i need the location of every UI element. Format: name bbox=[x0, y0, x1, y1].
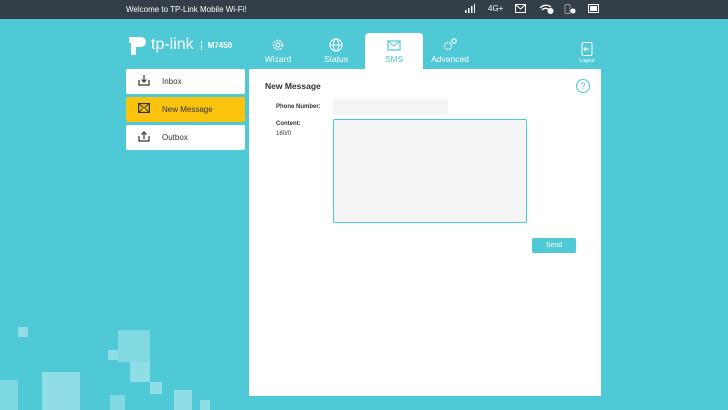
logo-brand: tp-link bbox=[151, 36, 194, 53]
tab-label: Status bbox=[323, 54, 349, 64]
inbox-download-icon bbox=[138, 74, 150, 89]
welcome-text: Welcome to TP-Link Mobile Wi-Fi! bbox=[126, 5, 247, 14]
battery-icon bbox=[588, 4, 600, 15]
sidebar-item-label: Inbox bbox=[162, 77, 182, 86]
tab-advanced[interactable]: Advanced bbox=[421, 33, 479, 69]
tab-label: Advanced bbox=[431, 54, 469, 64]
network-type: 4G+ bbox=[488, 4, 504, 13]
sms-status-icon bbox=[515, 4, 526, 15]
gears-icon bbox=[443, 38, 457, 51]
sidebar-item-new-message[interactable]: New Message bbox=[126, 97, 245, 122]
sidebar-item-outbox[interactable]: Outbox bbox=[126, 125, 245, 150]
top-status-bar: Welcome to TP-Link Mobile Wi-Fi! 4G+ bbox=[0, 0, 728, 19]
send-button[interactable]: Send bbox=[532, 238, 576, 253]
sidebar-item-inbox[interactable]: Inbox bbox=[126, 69, 245, 94]
sidebar-item-label: New Message bbox=[162, 105, 213, 114]
gear-icon bbox=[272, 39, 284, 51]
globe-icon bbox=[329, 38, 343, 52]
tab-sms[interactable]: SMS bbox=[365, 33, 423, 69]
content-textarea[interactable] bbox=[333, 119, 527, 223]
tab-label: Wizard bbox=[264, 54, 292, 64]
logout-button[interactable]: Logout bbox=[575, 42, 599, 64]
character-counter: 160/0 bbox=[276, 131, 292, 137]
content-label: Content: bbox=[276, 121, 301, 127]
logo-mark-icon bbox=[126, 34, 146, 56]
logout-label: Logout bbox=[579, 58, 595, 64]
tab-status[interactable]: Status bbox=[307, 33, 365, 69]
envelope-icon bbox=[387, 40, 401, 51]
device-icon bbox=[564, 4, 576, 16]
model-name: M7450 bbox=[200, 40, 232, 50]
new-message-panel: New Message ? Phone Number: Content: 160… bbox=[249, 69, 601, 396]
tab-wizard[interactable]: Wizard bbox=[249, 33, 307, 69]
page-title: New Message bbox=[265, 81, 321, 91]
wifi-clients-icon bbox=[539, 4, 555, 16]
outbox-upload-icon bbox=[138, 130, 150, 145]
tab-label: SMS bbox=[384, 54, 404, 64]
tp-link-logo: tp-link M7450 bbox=[126, 34, 232, 56]
envelope-icon bbox=[138, 103, 151, 116]
help-icon[interactable]: ? bbox=[576, 79, 590, 93]
sidebar-item-label: Outbox bbox=[162, 133, 188, 142]
phone-number-label: Phone Number: bbox=[276, 104, 321, 110]
phone-number-input[interactable] bbox=[333, 99, 448, 115]
logout-icon bbox=[581, 42, 593, 56]
signal-icon bbox=[465, 4, 475, 15]
